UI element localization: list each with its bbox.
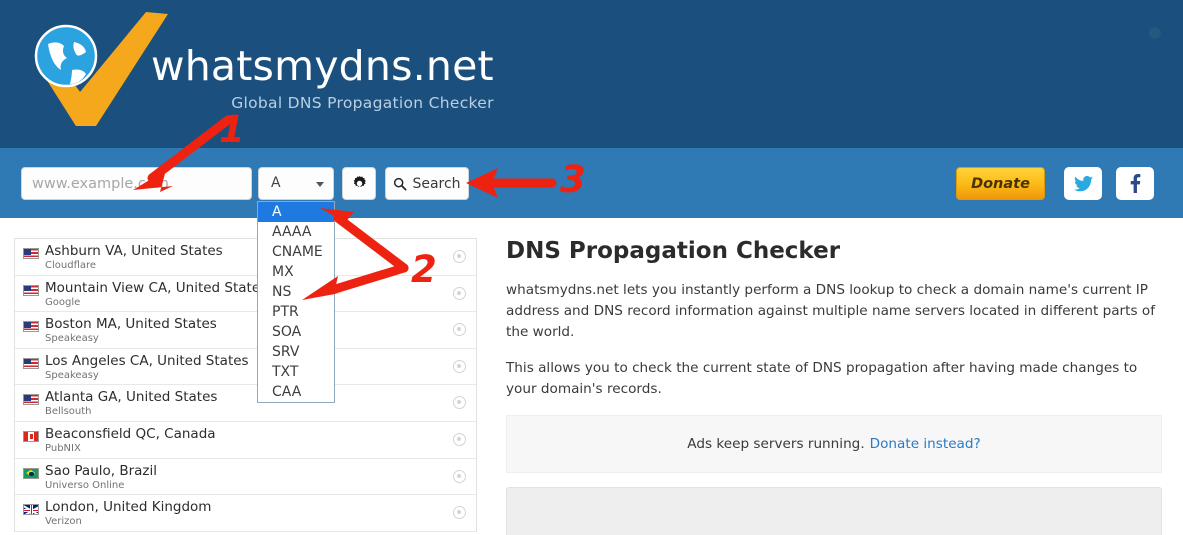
server-row[interactable]: Beaconsfield QC, Canada PubNIX	[15, 422, 476, 459]
record-type-dropdown[interactable]: A AAAA CNAME MX NS PTR SOA SRV TXT CAA	[257, 201, 335, 403]
flag-us-icon	[23, 284, 39, 296]
server-row[interactable]: Mountain View CA, United States Google	[15, 276, 476, 313]
logo-subtitle: Global DNS Propagation Checker	[231, 94, 494, 112]
corner-dot-icon	[1149, 27, 1161, 39]
server-target-icon[interactable]	[453, 432, 466, 446]
dns-server-list: Ashburn VA, United States Cloudflare Mount…	[14, 238, 477, 532]
donate-button[interactable]: Donate	[956, 167, 1045, 200]
flag-us-icon	[23, 248, 39, 259]
search-button-label: Search	[412, 175, 461, 192]
server-location: London, United Kingdom	[45, 499, 212, 516]
server-provider: Verizon	[45, 516, 82, 528]
facebook-button[interactable]	[1116, 167, 1154, 200]
server-row[interactable]: Atlanta GA, United States Bellsouth	[15, 385, 476, 422]
facebook-icon	[1130, 174, 1140, 193]
server-provider: PubNIX	[45, 442, 81, 454]
twitter-icon	[1073, 175, 1093, 191]
page-title: DNS Propagation Checker	[506, 238, 841, 264]
record-type-option-cname[interactable]: CNAME	[258, 242, 334, 262]
flag-gb-icon	[23, 504, 39, 516]
flag-br-icon	[23, 467, 39, 479]
ads-notice: Ads keep servers running. Donate instead…	[506, 415, 1162, 473]
record-type-option-srv[interactable]: SRV	[258, 342, 334, 362]
whatsmydns-page: whatsmydns.net Global DNS Propagation Ch…	[0, 0, 1183, 535]
annotation-label-3: 3	[560, 158, 586, 201]
record-type-option-mx[interactable]: MX	[258, 262, 334, 282]
server-location: Sao Paulo, Brazil	[45, 462, 158, 479]
logo-text: whatsmydns.net Global DNS Propagation Ch…	[151, 42, 494, 113]
flag-us-icon	[23, 394, 39, 406]
chevron-down-icon	[316, 182, 324, 187]
logo-title: whatsmydns.net	[151, 42, 494, 90]
ads-notice-text: Ads keep servers running.	[687, 436, 865, 452]
record-type-option-txt[interactable]: TXT	[258, 362, 334, 382]
record-type-option-caa[interactable]: CAA	[258, 382, 334, 402]
site-logo[interactable]: whatsmydns.net Global DNS Propagation Ch…	[18, 8, 494, 138]
server-target-icon[interactable]	[453, 359, 466, 373]
ad-placeholder	[506, 487, 1162, 535]
site-header: whatsmydns.net Global DNS Propagation Ch…	[0, 0, 1183, 148]
server-provider: Bellsouth	[45, 406, 92, 418]
server-target-icon[interactable]	[453, 469, 466, 483]
gear-icon	[353, 176, 366, 187]
server-row[interactable]: Los Angeles CA, United States Speakeasy	[15, 349, 476, 386]
globe-checkmark-logo	[34, 12, 168, 126]
annotation-label-1: 1	[219, 108, 245, 151]
server-row[interactable]: Ashburn VA, United States Cloudflare	[15, 239, 476, 276]
flag-us-icon	[23, 357, 39, 369]
server-row[interactable]: London, United Kingdom Verizon	[15, 495, 476, 532]
domain-search-input[interactable]	[21, 167, 252, 200]
main-content: DNS Propagation Checker whatsmydns.net l…	[506, 238, 1168, 535]
twitter-button[interactable]	[1064, 167, 1102, 200]
intro-paragraph-2: This allows you to check the current sta…	[506, 360, 1138, 397]
donate-instead-link[interactable]: Donate instead?	[870, 436, 981, 452]
intro-paragraph-1: whatsmydns.net lets you instantly perfor…	[506, 282, 1155, 340]
record-type-option-ns[interactable]: NS	[258, 282, 334, 302]
record-type-option-a[interactable]: A	[258, 202, 334, 222]
search-button[interactable]: Search	[385, 167, 469, 200]
server-row[interactable]: Sao Paulo, Brazil Universo Online	[15, 459, 476, 496]
record-type-select[interactable]: A	[258, 167, 334, 200]
server-target-icon[interactable]	[453, 250, 466, 263]
flag-us-icon	[23, 321, 39, 333]
record-type-option-aaaa[interactable]: AAAA	[258, 222, 334, 242]
record-type-option-ptr[interactable]: PTR	[258, 302, 334, 322]
record-type-value: A	[271, 175, 281, 191]
server-row[interactable]: Boston MA, United States Speakeasy	[15, 312, 476, 349]
annotation-label-2: 2	[411, 248, 437, 291]
search-icon	[394, 177, 407, 191]
server-target-icon[interactable]	[453, 286, 466, 300]
server-provider: Universo Online	[45, 479, 125, 491]
record-type-option-soa[interactable]: SOA	[258, 322, 334, 342]
server-location: Beaconsfield QC, Canada	[45, 425, 216, 442]
flag-ca-icon	[23, 430, 39, 442]
settings-button[interactable]	[342, 167, 376, 200]
